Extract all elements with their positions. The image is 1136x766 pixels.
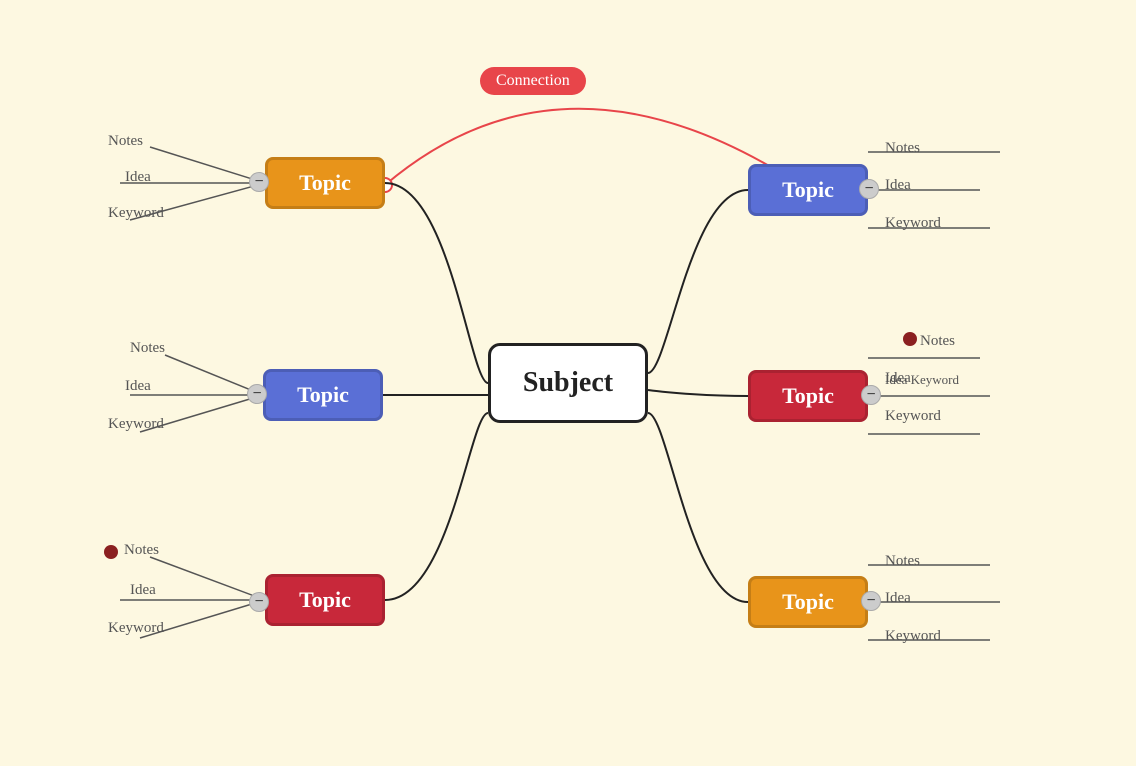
mid-left-idea: Idea (125, 378, 151, 395)
mid-left-notes: Notes (130, 340, 165, 357)
bot-right-idea: Idea (885, 590, 911, 607)
top-right-keyword: Keyword (885, 215, 941, 232)
mid-left-keyword: Keyword (108, 416, 164, 433)
mid-right-dot (903, 332, 917, 346)
topic-top-right[interactable]: Topic (748, 164, 868, 216)
topic-mid-right[interactable]: Topic (748, 370, 868, 422)
bot-left-idea: Idea (130, 582, 156, 599)
connection-label: Connection (480, 67, 586, 95)
bot-left-minus[interactable]: − (249, 592, 269, 612)
mid-right-keyword: Keyword (885, 408, 941, 425)
top-right-idea: Idea (885, 177, 911, 194)
top-left-minus[interactable]: − (249, 172, 269, 192)
bot-left-notes: Notes (124, 542, 159, 559)
idea-keyword-label: Idea Keyword (885, 372, 959, 388)
mid-right-notes: Notes (920, 333, 955, 350)
bot-right-minus[interactable]: − (861, 591, 881, 611)
subject-box[interactable]: Subject (488, 343, 648, 423)
mid-right-minus[interactable]: − (861, 385, 881, 405)
bot-left-dot (104, 545, 118, 559)
mid-left-minus[interactable]: − (247, 384, 267, 404)
top-left-idea: Idea (125, 169, 151, 186)
topic-bot-right[interactable]: Topic (748, 576, 868, 628)
topic-bot-left[interactable]: Topic (265, 574, 385, 626)
bot-left-keyword: Keyword (108, 620, 164, 637)
top-right-notes: Notes (885, 140, 920, 157)
top-right-minus[interactable]: − (859, 179, 879, 199)
topic-mid-left[interactable]: Topic (263, 369, 383, 421)
top-left-keyword: Keyword (108, 205, 164, 222)
bot-right-notes: Notes (885, 553, 920, 570)
bot-right-keyword: Keyword (885, 628, 941, 645)
top-left-notes: Notes (108, 133, 143, 150)
topic-top-left[interactable]: Topic (265, 157, 385, 209)
